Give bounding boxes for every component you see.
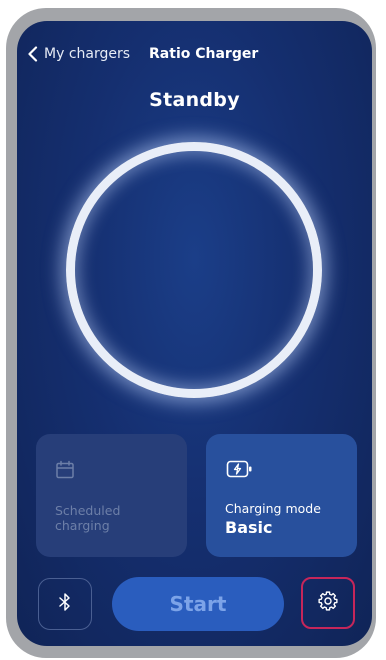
charger-status: Standby: [149, 89, 240, 111]
app-screen: My chargers Ratio Charger Standby Schedu…: [17, 21, 372, 646]
bluetooth-button[interactable]: [38, 578, 92, 630]
chevron-left-icon: [27, 46, 38, 62]
bluetooth-icon: [58, 592, 72, 616]
back-label: My chargers: [44, 46, 131, 62]
charging-mode-value: Basic: [225, 518, 273, 537]
scheduled-charging-card[interactable]: Scheduled charging: [36, 434, 187, 557]
phone-side-button: [6, 128, 14, 154]
phone-volume-up-button: [6, 178, 14, 242]
battery-bolt-icon: [226, 459, 254, 483]
settings-button[interactable]: [301, 577, 355, 629]
header: My chargers Ratio Charger: [27, 43, 362, 65]
back-button[interactable]: My chargers: [27, 46, 130, 62]
scheduled-charging-label: Scheduled charging: [55, 503, 121, 533]
status-ring: [66, 142, 322, 398]
phone-volume-down-button: [6, 251, 14, 315]
gear-icon: [317, 590, 339, 616]
page-title: Ratio Charger: [149, 46, 259, 62]
calendar-icon: [55, 460, 75, 484]
charging-mode-card[interactable]: Charging mode Basic: [206, 434, 357, 557]
start-button[interactable]: Start: [112, 577, 284, 631]
charging-mode-label: Charging mode: [225, 501, 321, 516]
